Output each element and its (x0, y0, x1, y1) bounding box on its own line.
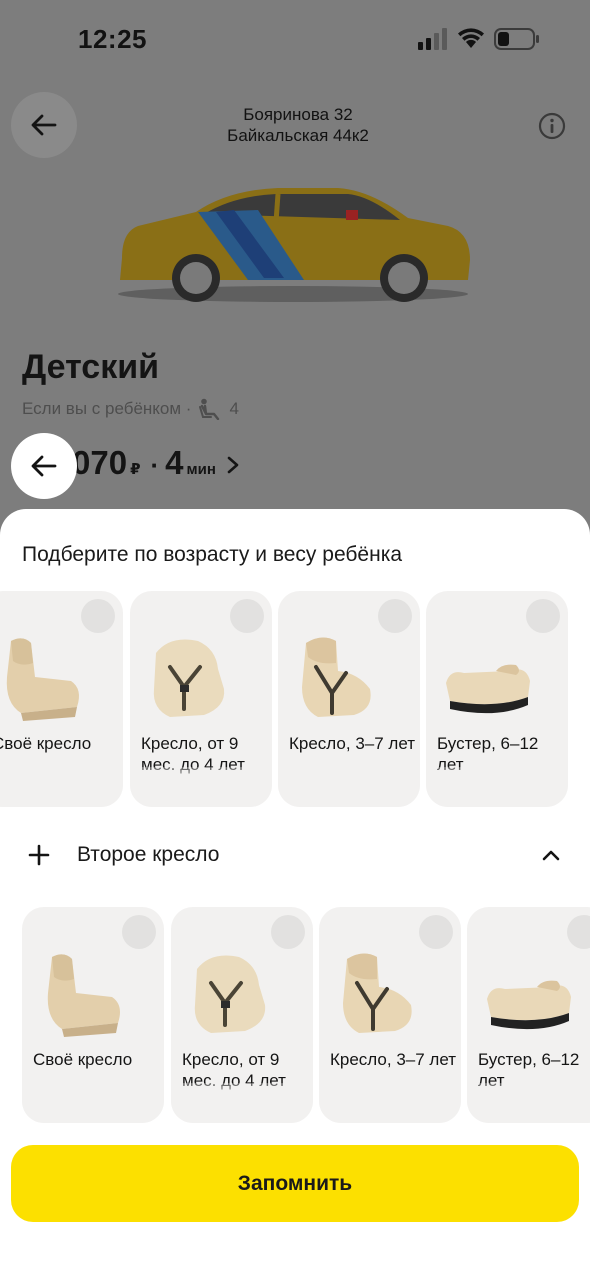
battery-icon (494, 28, 539, 50)
own-seat-image (6, 638, 79, 721)
eta-unit: мин (186, 461, 216, 478)
chevron-up-icon[interactable] (541, 847, 561, 863)
price-eta-row[interactable]: 070 ₽ · 4 мин (72, 444, 240, 482)
seat-count: 4 (229, 399, 239, 418)
route-from: Бояринова 32 (243, 105, 353, 124)
tariff-subtitle: Если вы с ребёнком · 4 (22, 398, 239, 420)
toddler-seat-image (343, 953, 412, 1033)
seat-card-booster[interactable]: Бустер, 6–12 лет (426, 591, 568, 807)
own-seat-image (47, 954, 120, 1037)
seat-card-booster[interactable]: Бустер, 6–12 лет (467, 907, 590, 1123)
price-value: 070 (72, 444, 128, 481)
separator-dot: · (150, 450, 160, 480)
seat-card-infant[interactable]: Кресло, от 9 мес. до 4 лет (171, 907, 313, 1123)
seat-card-toddler[interactable]: Кресло, 3–7 лет (319, 907, 461, 1123)
tariff-name: Детский (22, 348, 160, 386)
seat-card-own[interactable]: Своё кресло (22, 907, 164, 1123)
radio-button[interactable] (526, 599, 560, 633)
radio-button[interactable] (419, 915, 453, 949)
radio-button[interactable] (230, 599, 264, 633)
route-to: Байкальская 44к2 (227, 126, 369, 145)
tariff-subtitle-text: Если вы с ребёнком · (22, 399, 192, 418)
remember-button[interactable]: Запомнить (11, 1145, 579, 1222)
back-button[interactable] (11, 433, 77, 499)
route-summary[interactable]: Бояринова 32 Байкальская 44к2 (150, 104, 446, 146)
infant-seat-image (194, 955, 266, 1033)
label-fade (278, 767, 420, 807)
passenger-seat-icon (199, 398, 220, 420)
eta-value: 4 (165, 444, 184, 481)
currency-symbol: ₽ (130, 461, 141, 478)
radio-button[interactable] (378, 599, 412, 633)
background-screen: 12:25 Бояринова 32 Байкальская 44к2 Детс… (0, 0, 590, 560)
label-fade (467, 1083, 590, 1123)
booster-seat-image (446, 664, 530, 714)
second-seat-toggle[interactable]: Второе кресло (0, 831, 590, 881)
sheet-title: Подберите по возрасту и весу ребёнка (22, 543, 403, 566)
child-seat-sheet: Подберите по возрасту и весу ребёнка Сво… (0, 509, 590, 1280)
plus-icon (28, 844, 50, 866)
wifi-icon (458, 28, 484, 48)
seat-card-toddler[interactable]: Кресло, 3–7 лет (278, 591, 420, 807)
arrow-left-icon (31, 455, 57, 477)
infant-seat-image (153, 639, 225, 717)
second-seat-row[interactable]: Своё кресло Кресло, от 9 мес. до 4 лет К… (0, 907, 590, 1125)
label-fade (22, 1083, 164, 1123)
cellular-signal-icon (418, 28, 447, 50)
label-fade (426, 767, 568, 807)
toddler-seat-image (302, 637, 371, 717)
label-fade (171, 1083, 313, 1123)
radio-button[interactable] (271, 915, 305, 949)
seat-card-infant[interactable]: Кресло, от 9 мес. до 4 лет (130, 591, 272, 807)
second-seat-label: Второе кресло (77, 843, 220, 866)
status-bar: 12:25 (0, 0, 590, 80)
header-back-button[interactable] (11, 92, 77, 158)
taxi-car-image (118, 188, 470, 302)
seat-card-own[interactable]: Своё кресло (0, 591, 123, 807)
first-seat-row[interactable]: Своё кресло Кресло, от 9 мес. до 4 лет К… (0, 591, 590, 809)
label-fade (0, 767, 123, 807)
info-icon[interactable] (538, 112, 566, 140)
booster-seat-image (487, 980, 571, 1030)
status-time: 12:25 (78, 24, 147, 54)
arrow-left-icon (31, 114, 57, 136)
label-fade (319, 1083, 461, 1123)
radio-button[interactable] (567, 915, 590, 949)
chevron-right-icon (227, 456, 239, 474)
label-fade (130, 767, 272, 807)
radio-button[interactable] (122, 915, 156, 949)
radio-button[interactable] (81, 599, 115, 633)
